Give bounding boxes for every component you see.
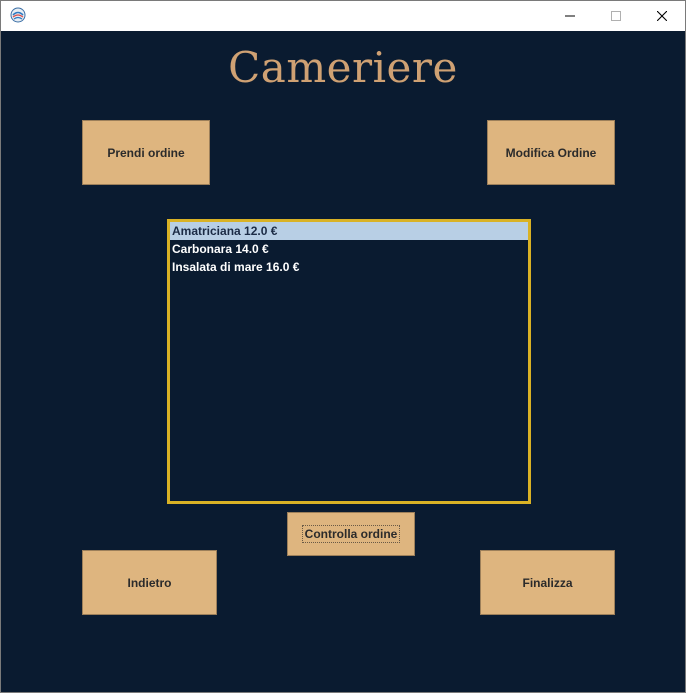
close-icon (657, 11, 667, 21)
maximize-button[interactable] (593, 1, 639, 31)
main-panel: Cameriere Prendi ordine Modifica Ordine … (1, 31, 685, 692)
controlla-ordine-label: Controlla ordine (301, 525, 401, 543)
page-title: Cameriere (228, 43, 458, 92)
finalizza-button[interactable]: Finalizza (480, 550, 615, 615)
java-app-icon (10, 7, 26, 23)
app-window: Cameriere Prendi ordine Modifica Ordine … (0, 0, 686, 693)
title-bar (1, 1, 685, 31)
prendi-ordine-button[interactable]: Prendi ordine (82, 120, 210, 185)
list-item[interactable]: Amatriciana 12.0 € (170, 222, 528, 240)
indietro-button[interactable]: Indietro (82, 550, 217, 615)
list-item[interactable]: Carbonara 14.0 € (170, 240, 528, 258)
modifica-ordine-button[interactable]: Modifica Ordine (487, 120, 615, 185)
minimize-button[interactable] (547, 1, 593, 31)
list-item[interactable]: Insalata di mare 16.0 € (170, 258, 528, 276)
order-list[interactable]: Amatriciana 12.0 € Carbonara 14.0 € Insa… (167, 219, 531, 504)
controlla-ordine-button[interactable]: Controlla ordine (287, 512, 415, 556)
close-button[interactable] (639, 1, 685, 31)
minimize-icon (565, 15, 575, 17)
maximize-icon (611, 11, 621, 21)
